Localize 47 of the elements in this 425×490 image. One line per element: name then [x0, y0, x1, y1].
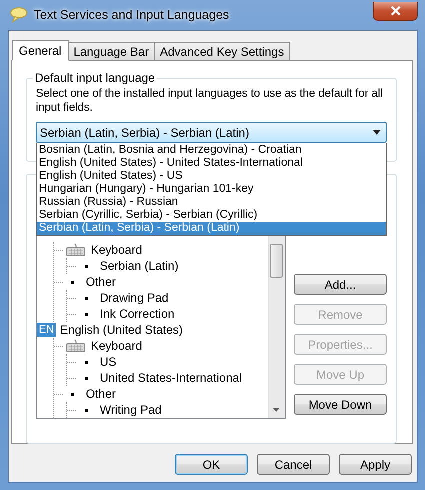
dropdown-option[interactable]: Hungarian (Hungary) - Hungarian 101-key [37, 183, 386, 196]
description-text: Select one of the installed input languages to use as the default for all input fields. [36, 87, 384, 115]
dropdown-option[interactable]: Russian (Russia) - Russian [37, 196, 386, 209]
group-legend: Default input language [33, 71, 158, 85]
bullet-icon [85, 376, 88, 380]
tree-item[interactable]: Other [85, 387, 118, 401]
tree-item[interactable]: United States-International [99, 371, 244, 385]
dropdown-option[interactable]: English (United States) - US [37, 170, 386, 183]
tree-item[interactable]: Keyboard [90, 243, 144, 257]
tree-item[interactable]: English (United States) [59, 323, 184, 337]
scroll-down-icon[interactable] [273, 408, 280, 412]
bullet-icon [71, 280, 74, 284]
bullet-icon [85, 408, 88, 412]
tab[interactable]: Language Bar [68, 42, 156, 60]
bullet-icon [71, 392, 74, 396]
dialog-button[interactable]: Cancel [257, 454, 330, 475]
tree-item[interactable]: Keyboard [90, 339, 144, 353]
tree-item[interactable]: US [99, 355, 118, 369]
tree-item[interactable]: Ink Correction [99, 307, 176, 321]
language-dropdown[interactable]: Serbian (Latin, Serbia) - Serbian (Latin) [36, 122, 387, 143]
dropdown-option[interactable]: English (United States) - United States-International [37, 157, 386, 170]
tree-item[interactable]: Drawing Pad [99, 291, 170, 305]
dialog-button[interactable]: Apply [339, 454, 412, 475]
tree-item[interactable]: Writing Pad [99, 403, 163, 417]
bullet-icon [85, 312, 88, 316]
window-title: Text Services and Input Languages [34, 8, 230, 22]
speech-bubble-icon [10, 7, 28, 23]
bullet-icon [85, 264, 88, 268]
language-badge: EN [37, 323, 56, 337]
tree-item[interactable]: Other [85, 275, 118, 289]
keyboard-icon [66, 339, 86, 353]
scroll-thumb[interactable] [270, 244, 283, 278]
close-button[interactable] [373, 2, 418, 20]
bullet-icon [85, 360, 88, 364]
dropdown-option[interactable]: Bosnian (Latin, Bosnia and Herzegovina) - Croatian [37, 144, 386, 157]
tree-item[interactable]: Serbian (Latin) [99, 259, 180, 273]
tab[interactable]: Advanced Key Settings [154, 42, 290, 60]
action-button[interactable]: Move Down [294, 394, 387, 415]
action-button[interactable]: Add... [294, 274, 387, 295]
dialog-button[interactable]: OK [175, 454, 248, 475]
tab[interactable]: General [12, 40, 69, 61]
bullet-icon [85, 296, 88, 300]
dropdown-option[interactable]: Serbian (Latin, Serbia) - Serbian (Latin) [37, 222, 386, 235]
dropdown-option[interactable]: Serbian (Cyrillic, Serbia) - Serbian (Cyrillic) [37, 209, 386, 222]
caret-icon [373, 130, 381, 135]
close-icon [390, 6, 402, 16]
keyboard-icon [66, 243, 86, 257]
